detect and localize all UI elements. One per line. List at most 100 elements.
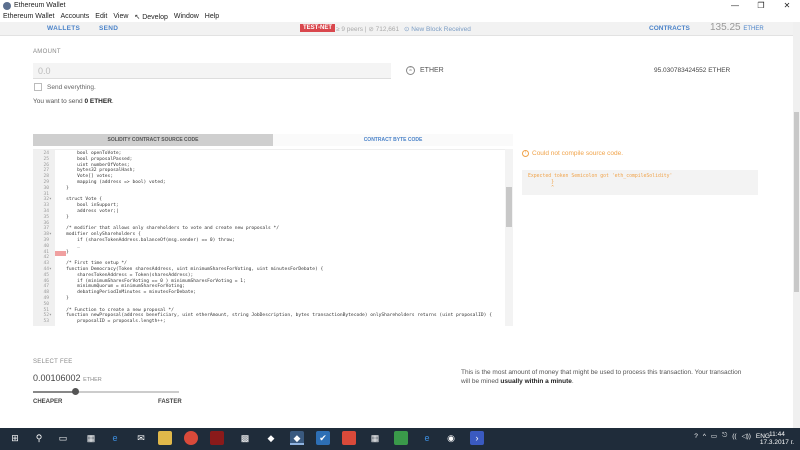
send-everything-label[interactable]: Send everything.: [47, 84, 96, 91]
store-icon[interactable]: ▦: [84, 431, 98, 445]
menu-view[interactable]: View: [113, 13, 128, 20]
code-line[interactable]: 53 proposalID = proposals.length++;: [33, 319, 165, 325]
menu-help[interactable]: Help: [205, 13, 219, 20]
amount-input[interactable]: 0.0: [33, 63, 391, 79]
maximize-button[interactable]: ❐: [748, 0, 774, 11]
line-number: 49: [43, 296, 49, 301]
available-balance: 95.030783424552 ETHER: [654, 67, 731, 74]
menu-develop[interactable]: ↖ Develop: [134, 13, 168, 21]
ethereum-wallet-taskbar-icon[interactable]: ◆: [290, 431, 304, 445]
block-number: | ⊘ 712,661: [364, 26, 400, 33]
editor-scrollbar[interactable]: [505, 149, 513, 326]
github-icon[interactable]: ◉: [444, 431, 458, 445]
code-text: function newProposal(address beneficiary…: [55, 313, 492, 319]
new-block-status: ⊙ New Block Received: [404, 26, 471, 33]
chrome-icon[interactable]: [184, 431, 198, 445]
system-tray: ? ^ ▭ ⎋ (( ◁)) ENG: [689, 432, 770, 440]
header-balance-unit: ETHER: [743, 26, 764, 32]
code-editor[interactable]: 24 bool openToVote; 25 bool proposalPasse…: [33, 149, 513, 326]
help-tray-icon[interactable]: ?: [694, 433, 698, 440]
windows-taskbar: ⊞ ⚲ ▭ ▦ e ✉ ▩ ◆ ◆ ✔ ▦ e ◉ › ? ^ ▭ ⎋ (( ◁…: [0, 428, 800, 450]
line-number: 47: [43, 284, 49, 290]
calculator-icon[interactable]: ▦: [368, 431, 382, 445]
menu-window[interactable]: Window: [174, 13, 199, 20]
windows-start-icon[interactable]: ⊞: [8, 431, 22, 445]
nav-send[interactable]: SEND: [99, 25, 118, 32]
app-icon-green[interactable]: [394, 431, 408, 445]
send-summary-value: 0 ETHER: [84, 98, 112, 105]
menu-ethereum-wallet[interactable]: Ethereum Wallet: [3, 13, 54, 20]
select-fee-label: SELECT FEE: [33, 359, 73, 365]
fee-value: 0.00106002 ETHER: [33, 373, 102, 383]
nav-contracts[interactable]: CONTRACTS: [649, 25, 690, 32]
tray-expand-icon[interactable]: ^: [703, 433, 706, 440]
code-text: _: [55, 243, 80, 249]
network-icon[interactable]: ⎋: [722, 432, 727, 440]
powershell-icon[interactable]: ›: [470, 431, 484, 445]
header-balance: 135.25 ETHER: [710, 22, 764, 33]
app-icon-red[interactable]: [210, 431, 224, 445]
line-number: 40: [43, 243, 49, 249]
file-explorer-icon[interactable]: [158, 431, 172, 445]
fee-amount: 0.00106002: [33, 373, 81, 383]
nav-wallets[interactable]: WALLETS: [47, 25, 80, 32]
minimize-button[interactable]: —: [722, 0, 748, 11]
line-number: 27: [43, 168, 49, 174]
line-number: 25: [43, 156, 49, 162]
code-text: }: [55, 185, 69, 191]
code-text: uint numberOfVotes;: [55, 162, 130, 168]
window-scrollbar[interactable]: [793, 22, 800, 428]
wifi-icon[interactable]: ((: [732, 433, 736, 440]
clock-time: 11:44: [769, 431, 785, 438]
cheaper-label: CHEAPER: [33, 399, 63, 405]
app-icon-check[interactable]: ✔: [316, 431, 330, 445]
fee-slider-knob[interactable]: [71, 388, 79, 395]
battery-icon[interactable]: ▭: [711, 432, 717, 440]
send-everything-checkbox[interactable]: [34, 83, 42, 91]
header-balance-value: 135.25: [710, 22, 741, 33]
code-text: /* Function to create a new proposal */: [55, 307, 174, 313]
clock[interactable]: 11:44 17.3.2017 г.: [760, 431, 794, 447]
close-button[interactable]: ✕: [774, 0, 800, 11]
fee-slider-track[interactable]: [33, 391, 179, 393]
search-icon[interactable]: ⚲: [32, 431, 46, 445]
volume-icon[interactable]: ◁)): [742, 432, 751, 440]
line-number: 44: [43, 267, 49, 272]
task-view-icon[interactable]: ▭: [56, 431, 70, 445]
app-icon-blue-e[interactable]: e: [420, 431, 434, 445]
code-text: /* modifier that allows only shareholder…: [55, 226, 280, 232]
tab-byte-code[interactable]: CONTRACT BYTE CODE: [273, 134, 513, 146]
code-text: address voter;|: [55, 209, 119, 214]
code-text: if (sharesTokenAddress.balanceOf(msg.sen…: [55, 238, 235, 243]
window-titlebar: Ethereum Wallet — ❐ ✕: [0, 0, 800, 11]
app-icon-red-square[interactable]: [342, 431, 356, 445]
app-icon-grid[interactable]: ▩: [238, 431, 252, 445]
code-text: bool inSupport;: [55, 203, 119, 209]
code-text: mapping (address => bool) voted;: [55, 180, 166, 185]
line-number: 37: [43, 226, 49, 232]
line-number: 36: [43, 220, 49, 226]
edge-browser-icon[interactable]: e: [108, 431, 122, 445]
menu-accounts[interactable]: Accounts: [60, 13, 89, 20]
line-number: 43: [43, 261, 49, 267]
tab-solidity-source[interactable]: SOLIDITY CONTRACT SOURCE CODE: [33, 134, 273, 146]
editor-scroll-thumb[interactable]: [506, 187, 512, 227]
line-number: 30: [43, 185, 49, 191]
code-text: debatingPeriodInMinutes = minutesForDeba…: [55, 290, 197, 296]
line-number: 53: [43, 319, 49, 325]
app-icon-cube[interactable]: ◆: [264, 431, 278, 445]
window-scroll-thumb[interactable]: [794, 112, 799, 292]
mail-icon[interactable]: ✉: [134, 431, 148, 445]
app-header: WALLETS SEND TEST-NET ≥ 9 peers | ⊘ 712,…: [0, 22, 800, 36]
testnet-badge: TEST-NET: [300, 24, 336, 32]
line-number: 38: [43, 232, 49, 238]
menu-edit[interactable]: Edit: [95, 13, 107, 20]
code-text: bytes32 proposalHash;: [55, 168, 136, 174]
line-number: 33: [43, 203, 49, 209]
peers-count: ≥ 9 peers | ⊘ 712,661: [336, 25, 399, 33]
code-text: Vote[] votes;: [55, 174, 114, 180]
currency-selector[interactable]: Ξ ETHER: [406, 66, 444, 75]
code-text: bool openToVote;: [55, 151, 122, 156]
code-text: }: [55, 249, 69, 255]
line-number: 50: [43, 301, 49, 307]
